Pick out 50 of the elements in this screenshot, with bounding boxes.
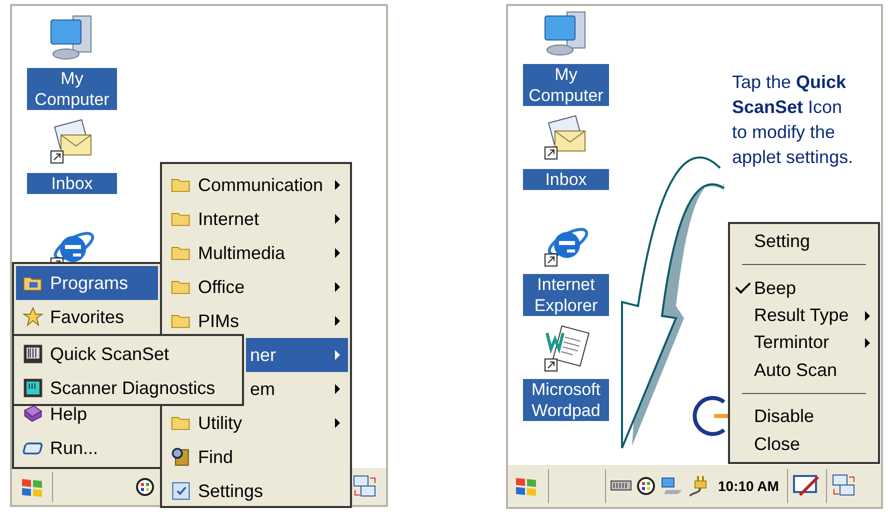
menu-item[interactable]: Communication <box>164 168 348 202</box>
menu-item[interactable]: Utility <box>164 406 348 440</box>
find-icon <box>170 446 192 468</box>
menu-item[interactable]: PIMs <box>164 304 348 338</box>
submenu-arrow-icon <box>335 248 340 258</box>
pen-input-icon[interactable] <box>792 473 822 499</box>
windows-stack-icon[interactable] <box>352 474 378 500</box>
submenu-arrow-icon <box>335 214 340 224</box>
windows-logo-icon[interactable] <box>514 475 538 497</box>
menu-item[interactable]: Programs <box>16 266 158 300</box>
submenu-arrow-icon <box>335 282 340 292</box>
desktop-icon-label[interactable]: Inbox <box>27 173 117 194</box>
menu-item[interactable]: Run... <box>16 431 158 465</box>
menu-item[interactable]: em <box>246 372 348 406</box>
menu-item[interactable]: Auto Scan <box>732 356 876 384</box>
desktop-icon-label[interactable]: Inbox <box>523 169 609 190</box>
submenu-arrow-icon <box>335 384 340 394</box>
menu-item[interactable]: Favorites <box>16 300 158 334</box>
color-wheel-icon[interactable] <box>636 476 656 496</box>
menu-item[interactable]: Disable <box>732 403 876 431</box>
keyboard-icon[interactable] <box>610 479 632 493</box>
desktop-icon-label[interactable]: Microsoft Wordpad <box>523 379 609 421</box>
network-computer-icon[interactable] <box>660 476 684 496</box>
submenu-arrow-icon <box>335 350 340 360</box>
scanner-icon <box>22 343 44 365</box>
menu-item[interactable]: Beep <box>732 274 876 302</box>
menu-item[interactable]: Internet <box>164 202 348 236</box>
menu-item[interactable]: Termintor <box>732 329 876 357</box>
menu-item[interactable]: Multimedia <box>164 236 348 270</box>
clock-time[interactable]: 10:10 AM <box>718 476 779 496</box>
desktop-icon-label[interactable]: My Computer <box>523 64 609 106</box>
desktop-icon-label[interactable]: My Computer <box>27 68 117 110</box>
menu-item[interactable]: Quick ScanSet <box>16 337 240 371</box>
scanner-icon <box>22 377 44 399</box>
help-book-icon <box>22 403 44 425</box>
menu-item[interactable]: Close <box>732 430 876 458</box>
control-panel-icon <box>170 480 192 502</box>
color-wheel-icon[interactable] <box>135 476 155 496</box>
menu-item[interactable]: Office <box>164 270 348 304</box>
submenu-arrow-icon <box>335 418 340 428</box>
menu-item[interactable]: ner <box>246 338 348 372</box>
menu-item[interactable]: Find <box>164 440 348 474</box>
menu-item[interactable]: Result Type <box>732 302 876 330</box>
star-icon <box>22 306 44 328</box>
callout-text: Tap the Quick ScanSet Icon to modify the applet settings. <box>732 71 854 169</box>
desktop-icon-label[interactable]: Internet Explorer <box>523 274 609 316</box>
submenu-arrow-icon <box>335 316 340 326</box>
menu-item[interactable]: Settings <box>164 474 348 508</box>
submenu-arrow-icon <box>335 180 340 190</box>
menu-item[interactable]: Setting <box>732 228 876 256</box>
